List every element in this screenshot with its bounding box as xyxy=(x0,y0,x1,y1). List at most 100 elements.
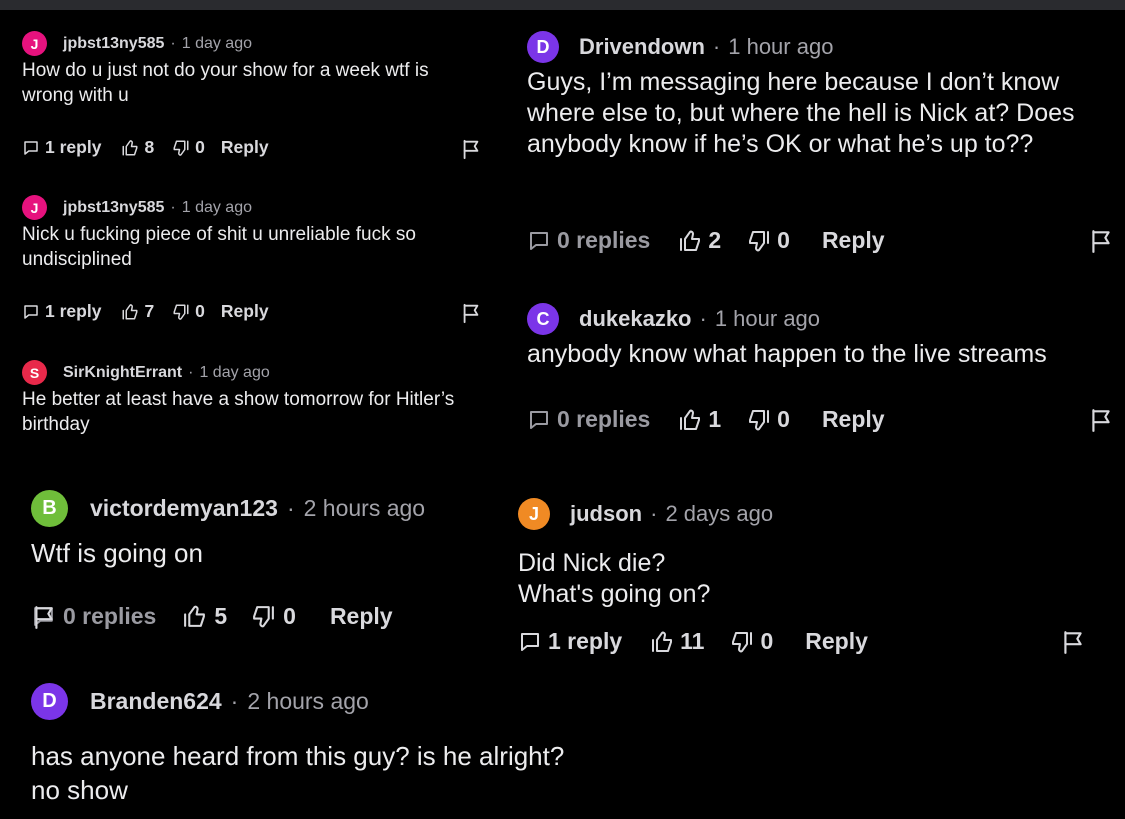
comment-actions: 1 reply 7 0 Reply xyxy=(22,301,269,322)
flag-icon xyxy=(1092,230,1110,253)
avatar[interactable]: C xyxy=(527,303,559,335)
comment-header: D Drivendown · 1 hour ago xyxy=(527,31,833,63)
replies-button[interactable]: 1 reply xyxy=(22,301,101,322)
comment: Jjpbst13ny585 · 1 day ago How do u just not… xyxy=(22,31,482,160)
comment-actions: 0 replies 1 0 Reply xyxy=(527,406,885,433)
flag-icon xyxy=(463,303,479,324)
reply-label: Reply xyxy=(805,628,868,654)
timestamp: 1 day ago xyxy=(181,198,252,216)
dislike-button[interactable]: 0 xyxy=(730,628,773,655)
report-flag-button[interactable] xyxy=(1088,228,1114,259)
flag-icon xyxy=(463,139,479,160)
timestamp: 2 hours ago xyxy=(303,495,426,521)
separator-dot: · xyxy=(712,34,721,59)
comment-icon xyxy=(24,304,38,319)
avatar[interactable]: B xyxy=(31,490,68,527)
reply-button[interactable]: Reply xyxy=(330,603,393,630)
flag-icon xyxy=(1064,631,1082,654)
comment-actions: 1 reply 11 0 Reply xyxy=(518,628,868,655)
comment-header: Jjpbst13ny585 · 1 day ago xyxy=(22,31,252,56)
avatar[interactable]: S xyxy=(22,360,47,385)
avatar[interactable]: J xyxy=(518,498,550,530)
comment: Bvictordemyan123 · 2 hours ago Wtf is going… xyxy=(31,490,501,629)
comment-body: Nick u fucking piece of shit u unreliabl… xyxy=(22,224,416,270)
like-button[interactable]: 1 xyxy=(678,406,721,433)
reply-label: Reply xyxy=(220,137,269,157)
comment-body: He better at least have a show tomorrow … xyxy=(22,389,455,435)
comment-header: D Branden624 · 2 hours ago xyxy=(31,683,369,720)
reply-button[interactable]: Reply xyxy=(221,301,269,322)
username[interactable]: victordemyan123 xyxy=(90,495,278,522)
flag-icon xyxy=(35,606,53,629)
avatar[interactable]: J xyxy=(22,195,47,220)
username[interactable]: SirKnightErrant xyxy=(63,364,182,382)
report-flag-button[interactable] xyxy=(460,138,482,165)
username[interactable]: dukekazko xyxy=(579,306,692,332)
replies-label: 1 reply xyxy=(45,137,102,157)
dislike-button[interactable]: 0 xyxy=(747,406,790,433)
thumbs-up-icon xyxy=(122,303,138,319)
thumbs-down-icon xyxy=(173,140,189,156)
dislike-label: 0 xyxy=(760,628,774,654)
dislike-button[interactable]: 0 xyxy=(251,603,296,630)
replies-label: 0 replies xyxy=(63,603,157,629)
report-flag-button[interactable] xyxy=(1088,407,1114,438)
comment: D Drivendown · 1 hour ago Guys, I’m messagin… xyxy=(527,31,1117,253)
like-button[interactable]: 5 xyxy=(182,603,227,630)
comment-icon xyxy=(24,140,38,155)
username[interactable]: jpbst13ny585 xyxy=(63,35,164,53)
username[interactable]: jpbst13ny585 xyxy=(63,199,164,217)
avatar[interactable]: D xyxy=(527,31,559,63)
avatar[interactable]: J xyxy=(22,31,47,56)
comment: S SirKnightErrant · 1 day ago He better at l… xyxy=(22,360,482,435)
dislike-button[interactable]: 0 xyxy=(747,227,790,254)
comment-body: Guys, I’m messaging here because I don’t… xyxy=(527,68,1075,158)
comment-icon xyxy=(521,632,539,651)
like-button[interactable]: 7 xyxy=(121,301,154,322)
like-button[interactable]: 11 xyxy=(650,628,704,655)
reply-button[interactable]: Reply xyxy=(221,137,269,158)
separator-dot: · xyxy=(170,198,176,216)
dislike-label: 0 xyxy=(777,227,790,253)
thumbs-up-icon xyxy=(680,230,701,251)
reply-label: Reply xyxy=(821,227,885,253)
separator-dot: · xyxy=(650,501,658,526)
replies-label: 0 replies xyxy=(557,227,651,253)
separator-dot: · xyxy=(230,688,239,714)
like-label: 7 xyxy=(144,301,155,321)
thumbs-down-icon xyxy=(749,230,770,251)
comment-body: How do u just not do your show for a wee… xyxy=(22,60,429,106)
flag-icon xyxy=(1092,409,1110,432)
replies-button[interactable]: 0 replies xyxy=(527,227,650,254)
report-flag-button[interactable] xyxy=(31,604,57,635)
reply-button[interactable]: Reply xyxy=(805,628,868,655)
reply-button[interactable]: Reply xyxy=(822,227,885,254)
comment: Jjpbst13ny585 · 1 day ago Nick u fucking pi… xyxy=(22,195,482,324)
thumbs-down-icon xyxy=(749,409,770,430)
username[interactable]: Drivendown xyxy=(579,34,705,60)
like-button[interactable]: 2 xyxy=(678,227,721,254)
thumbs-up-icon xyxy=(680,409,701,430)
like-label: 11 xyxy=(680,628,705,654)
replies-button[interactable]: 1 reply xyxy=(22,137,101,158)
dislike-button[interactable]: 0 xyxy=(172,301,205,322)
comment-actions: 0 replies 5 0 Reply xyxy=(31,603,393,630)
thumbs-down-icon xyxy=(253,606,275,628)
replies-button[interactable]: 1 reply xyxy=(518,628,622,655)
username[interactable]: Branden624 xyxy=(90,688,222,715)
report-flag-button[interactable] xyxy=(1060,629,1086,660)
comment-body: has anyone heard from this guy? is he al… xyxy=(31,741,565,805)
comment-header: Jjudson · 2 days ago xyxy=(518,498,773,530)
report-flag-button[interactable] xyxy=(460,302,482,329)
separator-dot: · xyxy=(286,495,295,521)
thumbs-down-icon xyxy=(732,631,753,652)
replies-button[interactable]: 0 replies xyxy=(527,406,650,433)
like-button[interactable]: 8 xyxy=(121,137,154,158)
thumbs-up-icon xyxy=(652,631,673,652)
like-label: 5 xyxy=(214,603,228,629)
replies-label: 0 replies xyxy=(557,406,651,432)
avatar[interactable]: D xyxy=(31,683,68,720)
dislike-button[interactable]: 0 xyxy=(172,137,205,158)
reply-button[interactable]: Reply xyxy=(822,406,885,433)
username[interactable]: judson xyxy=(570,501,642,527)
